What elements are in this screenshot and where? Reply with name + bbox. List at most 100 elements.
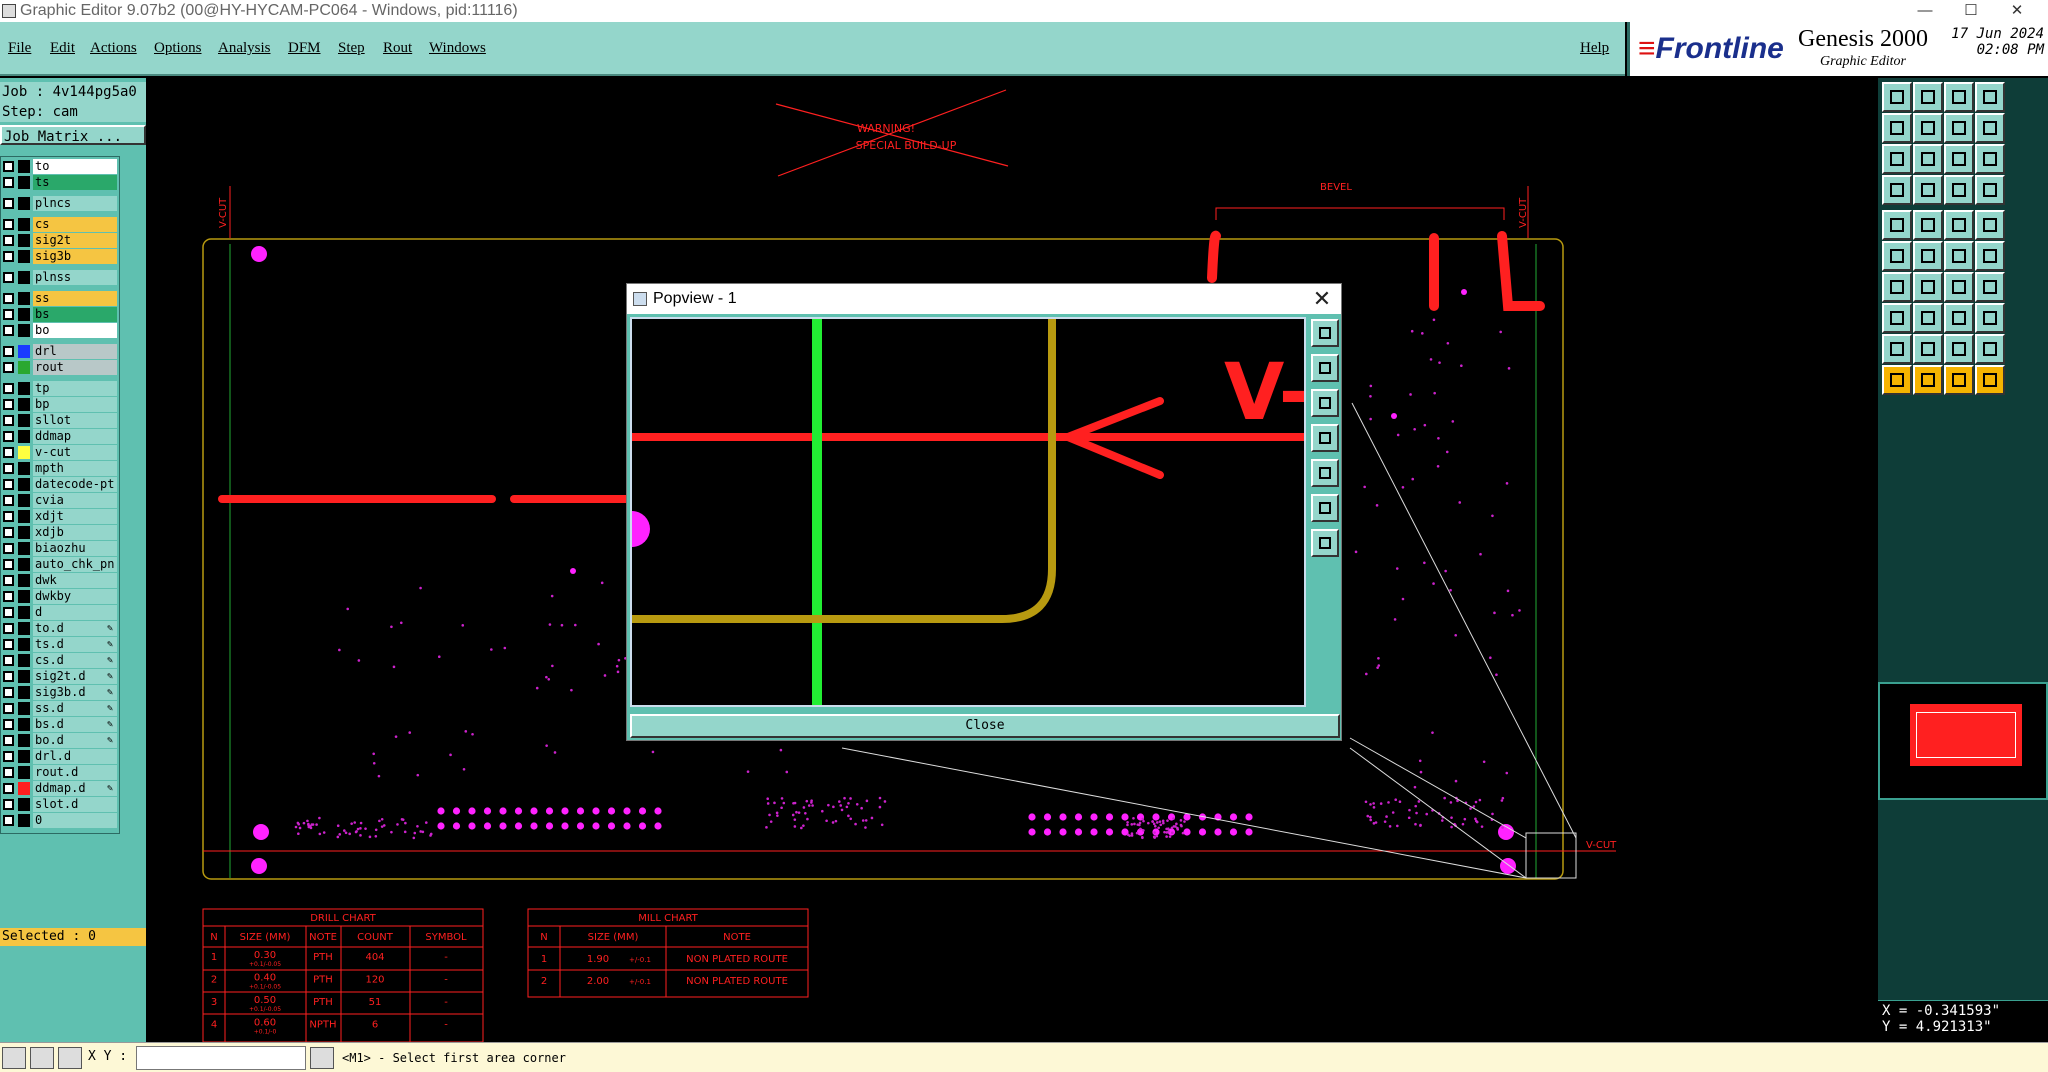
layer-row-sig2t[interactable]: sig2t <box>1 233 119 248</box>
layer-checkbox[interactable] <box>3 623 14 634</box>
layer-checkbox[interactable] <box>3 639 14 650</box>
layer-color-swatch[interactable] <box>18 670 30 683</box>
layer-checkbox[interactable] <box>3 198 14 209</box>
layer-color-swatch[interactable] <box>18 361 30 374</box>
peak-button[interactable] <box>1913 334 1943 364</box>
layer-color-swatch[interactable] <box>18 798 30 811</box>
layer-name[interactable]: dwkby <box>33 589 117 604</box>
layer-row-cs-d[interactable]: cs.d ✎ <box>1 653 119 668</box>
layer-color-swatch[interactable] <box>18 750 30 763</box>
group-button[interactable] <box>1975 303 2005 333</box>
layer-checkbox[interactable] <box>3 479 14 490</box>
menu-file[interactable]: File <box>8 40 31 57</box>
layer-row-bs[interactable]: bs <box>1 307 119 322</box>
layer-color-swatch[interactable] <box>18 814 30 827</box>
layer-checkbox[interactable] <box>3 511 14 522</box>
layer-color-swatch[interactable] <box>18 345 30 358</box>
layer-color-swatch[interactable] <box>18 478 30 491</box>
layer-name[interactable]: xdjb <box>33 525 117 540</box>
layer-checkbox[interactable] <box>3 735 14 746</box>
layer-name[interactable]: tp <box>33 381 117 396</box>
layer-color-swatch[interactable] <box>18 574 30 587</box>
measure-button[interactable] <box>1944 210 1974 240</box>
layer-checkbox[interactable] <box>3 431 14 442</box>
layers-button[interactable] <box>1944 175 1974 205</box>
layer-color-swatch[interactable] <box>18 590 30 603</box>
menu-rout[interactable]: Rout <box>383 40 412 57</box>
layer-row-ss-d[interactable]: ss.d ✎ <box>1 701 119 716</box>
job-matrix-button[interactable]: Job Matrix ... <box>0 125 146 145</box>
layer-checkbox[interactable] <box>3 655 14 666</box>
measure-tool-button[interactable] <box>30 1047 54 1069</box>
layer-row-sllot[interactable]: sllot <box>1 413 119 428</box>
layer-checkbox[interactable] <box>3 751 14 762</box>
layer-color-swatch[interactable] <box>18 250 30 263</box>
layer-name[interactable]: rout.d <box>33 765 117 780</box>
layer-color-swatch[interactable] <box>18 324 30 337</box>
layer-row-ddmap-d[interactable]: ddmap.d ✎ <box>1 781 119 796</box>
layer-row-drl[interactable]: drl <box>1 344 119 359</box>
layer-checkbox[interactable] <box>3 463 14 474</box>
layer-name[interactable]: ddmap <box>33 429 117 444</box>
save-button[interactable] <box>1913 82 1943 112</box>
connect-button[interactable] <box>1882 241 1912 271</box>
slant-line-button[interactable] <box>1882 272 1912 302</box>
layer-row-drl-d[interactable]: drl.d <box>1 749 119 764</box>
cross-button[interactable] <box>1913 241 1943 271</box>
layer-name[interactable]: mpth <box>33 461 117 476</box>
layer-name[interactable]: ts <box>33 175 117 190</box>
layer-row-cs[interactable]: cs <box>1 217 119 232</box>
layer-checkbox[interactable] <box>3 687 14 698</box>
layer-name[interactable]: sllot <box>33 413 117 428</box>
select-button[interactable] <box>1882 365 1912 395</box>
layer-color-swatch[interactable] <box>18 234 30 247</box>
help-query-button[interactable] <box>1975 144 2005 174</box>
layer-row-tp[interactable]: tp <box>1 381 119 396</box>
layer-color-swatch[interactable] <box>18 308 30 321</box>
expand-button[interactable] <box>1311 494 1339 522</box>
layer-color-swatch[interactable] <box>18 654 30 667</box>
layer-name[interactable]: plnss <box>33 270 117 285</box>
layer-checkbox[interactable] <box>3 362 14 373</box>
layer-checkbox[interactable] <box>3 495 14 506</box>
bridge-button[interactable] <box>1975 334 2005 364</box>
layer-color-swatch[interactable] <box>18 382 30 395</box>
layer-row-dwk[interactable]: dwk <box>1 573 119 588</box>
layer-checkbox[interactable] <box>3 415 14 426</box>
layer-row-d[interactable]: d <box>1 605 119 620</box>
table-button[interactable] <box>1913 175 1943 205</box>
layer-checkbox[interactable] <box>3 325 14 336</box>
grid-tool-button[interactable] <box>58 1047 82 1069</box>
layer-color-swatch[interactable] <box>18 638 30 651</box>
layer-name[interactable]: bo.d ✎ <box>33 733 117 748</box>
close-window-button[interactable]: ✕ <box>1994 0 2040 22</box>
minus-button[interactable] <box>1913 303 1943 333</box>
popview-close-button[interactable]: Close <box>630 714 1340 738</box>
menu-options[interactable]: Options <box>154 40 202 57</box>
layer-checkbox[interactable] <box>3 383 14 394</box>
layer-name[interactable]: dwk <box>33 573 117 588</box>
layer-checkbox[interactable] <box>3 719 14 730</box>
layer-color-swatch[interactable] <box>18 782 30 795</box>
layer-checkbox[interactable] <box>3 235 14 246</box>
layer-name[interactable]: slot.d <box>33 797 117 812</box>
layer-color-swatch[interactable] <box>18 494 30 507</box>
layer-row-sig3b-d[interactable]: sig3b.d ✎ <box>1 685 119 700</box>
layer-color-swatch[interactable] <box>18 160 30 173</box>
layer-row-sig2t-d[interactable]: sig2t.d ✎ <box>1 669 119 684</box>
layer-checkbox[interactable] <box>3 671 14 682</box>
layer-row-slot-d[interactable]: slot.d <box>1 797 119 812</box>
open-step-button[interactable] <box>1882 82 1912 112</box>
layer-checkbox[interactable] <box>3 272 14 283</box>
layer-name[interactable]: sig3b.d ✎ <box>33 685 117 700</box>
scale-1-2-button[interactable] <box>1944 144 1974 174</box>
layer-row-to[interactable]: to <box>1 159 119 174</box>
pan-right-button[interactable] <box>1311 459 1339 487</box>
layer-checkbox[interactable] <box>3 219 14 230</box>
layer-color-swatch[interactable] <box>18 446 30 459</box>
layer-color-swatch[interactable] <box>18 292 30 305</box>
layer-color-swatch[interactable] <box>18 542 30 555</box>
layer-color-swatch[interactable] <box>18 702 30 715</box>
layer-name[interactable]: auto_chk_pn <box>33 557 117 572</box>
layer-color-swatch[interactable] <box>18 766 30 779</box>
